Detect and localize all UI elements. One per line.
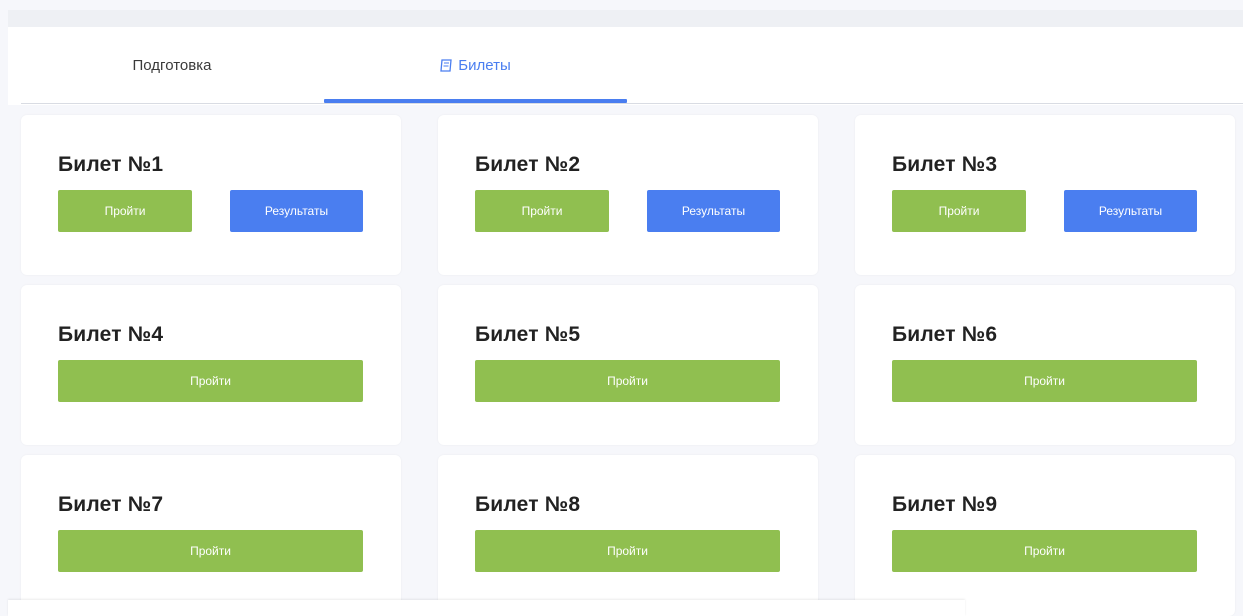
start-button[interactable]: Пройти: [892, 360, 1197, 402]
results-button[interactable]: Результаты: [647, 190, 780, 232]
ticket-card: Билет №6 Пройти: [855, 285, 1235, 445]
ticket-card: Билет №8 Пройти: [438, 455, 818, 616]
ticket-title: Билет №8: [475, 493, 581, 516]
ticket-title: Билет №5: [475, 323, 581, 346]
ticket-card: Билет №9 Пройти: [855, 455, 1235, 616]
start-button[interactable]: Пройти: [58, 360, 363, 402]
start-button[interactable]: Пройти: [58, 530, 363, 572]
tab-preparation-label: Подготовка: [132, 56, 212, 74]
start-button[interactable]: Пройти: [475, 530, 780, 572]
book-icon: [439, 58, 454, 73]
start-button[interactable]: Пройти: [475, 190, 609, 232]
start-button[interactable]: Пройти: [892, 530, 1197, 572]
bottom-bar: [8, 600, 965, 616]
ticket-card: Билет №1 Пройти Результаты: [21, 115, 401, 275]
ticket-title: Билет №3: [892, 153, 998, 176]
ticket-title: Билет №4: [58, 323, 164, 346]
tab-preparation[interactable]: Подготовка: [21, 27, 323, 105]
ticket-card: Билет №5 Пройти: [438, 285, 818, 445]
ticket-title: Билет №2: [475, 153, 581, 176]
start-button[interactable]: Пройти: [58, 190, 192, 232]
start-button[interactable]: Пройти: [475, 360, 780, 402]
results-button[interactable]: Результаты: [1064, 190, 1197, 232]
start-button[interactable]: Пройти: [892, 190, 1026, 232]
ticket-card: Билет №4 Пройти: [21, 285, 401, 445]
results-button[interactable]: Результаты: [230, 190, 363, 232]
ticket-title: Билет №9: [892, 493, 998, 516]
active-tab-indicator: [324, 99, 627, 103]
tab-tickets-label: Билеты: [458, 56, 511, 74]
ticket-card: Билет №7 Пройти: [21, 455, 401, 616]
tabs-divider: [21, 103, 1243, 104]
tab-tickets[interactable]: Билеты: [324, 27, 626, 105]
tabs-panel: Подготовка Билеты: [8, 27, 1243, 105]
ticket-title: Билет №1: [58, 153, 164, 176]
ticket-title: Билет №7: [58, 493, 164, 516]
ticket-title: Билет №6: [892, 323, 998, 346]
ticket-card: Билет №2 Пройти Результаты: [438, 115, 818, 275]
top-strip: [8, 10, 1243, 27]
ticket-card: Билет №3 Пройти Результаты: [855, 115, 1235, 275]
